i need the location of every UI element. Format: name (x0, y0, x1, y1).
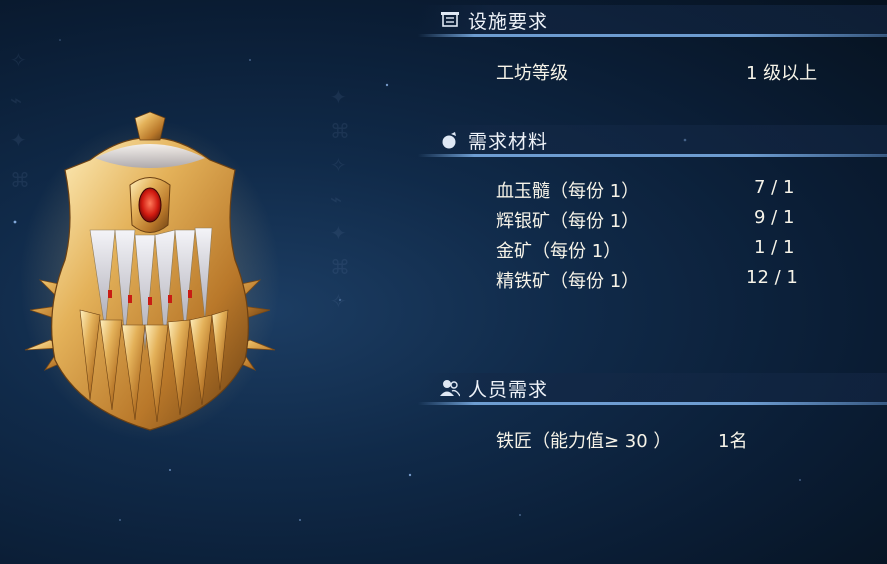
facility-section-title: 设施要求 (468, 10, 549, 33)
personnel-row-blacksmith: 铁匠（能力值≥ 30 ） 1名 (496, 427, 876, 452)
personnel-section-title: 人员需求 (468, 378, 549, 401)
people-icon (440, 379, 460, 397)
materials-section-title: 需求材料 (468, 130, 549, 153)
row-value: 1名 (718, 431, 748, 452)
facility-section-header: 设施要求 (418, 5, 887, 35)
armor-item-icon (20, 111, 280, 440)
material-row: 血玉髓（每份 1） 7 / 1 (496, 177, 876, 202)
facility-row-workshop-level: 工坊等级 1 级以上 (496, 59, 876, 84)
personnel-section-header: 人员需求 (418, 373, 887, 403)
row-value: 1 级以上 (746, 63, 818, 84)
row-label: 金矿（每份 1） (496, 241, 622, 262)
row-label: 铁匠（能力值≥ 30 ） (496, 431, 672, 452)
facility-divider (418, 34, 887, 37)
material-row: 精铁矿（每份 1） 12 / 1 (496, 267, 876, 292)
background-calligraphy-decoration: ✦ ⌘ ✧ ⌁ ✦ ⌘ ✧ (330, 85, 350, 313)
materials-divider (418, 154, 887, 157)
materials-bag-icon (440, 131, 460, 149)
scroll-icon (440, 11, 460, 29)
row-label: 血玉髓（每份 1） (496, 181, 640, 202)
row-value: 9 / 1 (754, 207, 795, 228)
row-value: 7 / 1 (754, 177, 795, 198)
row-label: 精铁矿（每份 1） (496, 271, 640, 292)
row-label: 辉银矿（每份 1） (496, 211, 640, 232)
material-row: 辉银矿（每份 1） 9 / 1 (496, 207, 876, 232)
personnel-divider (418, 402, 887, 405)
materials-section-header: 需求材料 (418, 125, 887, 155)
row-value: 1 / 1 (754, 237, 795, 258)
material-row: 金矿（每份 1） 1 / 1 (496, 237, 876, 262)
row-label: 工坊等级 (496, 63, 568, 84)
row-value: 12 / 1 (746, 267, 798, 288)
